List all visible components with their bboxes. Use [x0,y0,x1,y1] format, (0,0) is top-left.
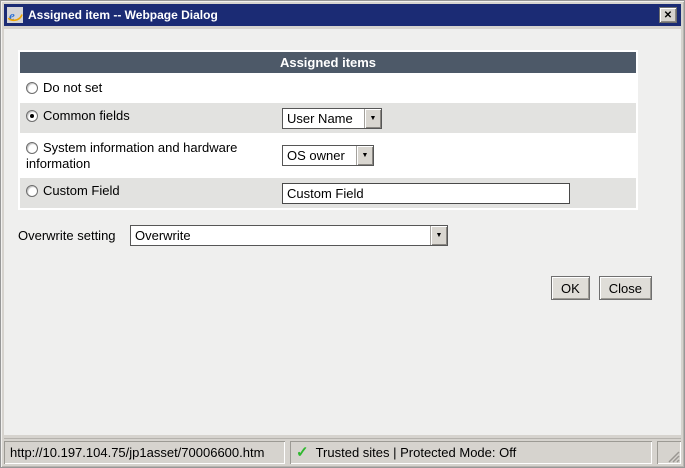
resize-grip-icon [666,449,680,463]
radio-system-information[interactable] [26,142,38,154]
dialog-body: Assigned items Do not set Common fields … [4,29,681,435]
overwrite-setting-label: Overwrite setting [18,228,130,243]
webpage-dialog: e Assigned item -- Webpage Dialog ✕ Assi… [0,0,685,468]
custom-field-input[interactable] [282,183,570,204]
action-buttons: OK Close [18,276,681,300]
row-common-fields: Common fields User Name ▼ [20,103,636,133]
row-label-cell: Common fields [20,103,282,133]
row-control-cell [282,178,636,208]
ok-button[interactable]: OK [551,276,590,300]
trusted-check-icon: ✓ [296,445,309,460]
dropdown-arrow-icon[interactable]: ▼ [364,109,381,128]
row-label: Common fields [43,108,130,123]
select-value: User Name [283,109,364,128]
status-zone-text: Trusted sites | Protected Mode: Off [316,445,517,460]
select-value: Overwrite [131,226,430,245]
table-header: Assigned items [20,52,636,73]
dialog-title: Assigned item -- Webpage Dialog [28,8,654,22]
select-value: OS owner [283,146,356,165]
row-control-cell: User Name ▼ [282,103,636,133]
dropdown-arrow-icon[interactable]: ▼ [356,146,373,165]
overwrite-setting-select[interactable]: Overwrite ▼ [130,225,448,246]
row-label-cell: Do not set [20,75,282,101]
row-custom-field: Custom Field [20,178,636,208]
radio-common-fields[interactable] [26,110,38,122]
dropdown-arrow-icon[interactable]: ▼ [430,226,447,245]
common-fields-select[interactable]: User Name ▼ [282,108,382,129]
system-information-select[interactable]: OS owner ▼ [282,145,374,166]
ie-icon: e [7,7,23,23]
radio-do-not-set[interactable] [26,82,38,94]
row-label-cell: Custom Field [20,178,282,208]
row-control-cell [282,75,636,101]
close-icon[interactable]: ✕ [659,7,677,23]
resize-grip[interactable] [657,441,681,464]
row-label: System information and hardware informat… [26,140,237,171]
row-control-cell: OS owner ▼ [282,135,636,176]
assigned-items-table: Assigned items Do not set Common fields … [18,50,638,210]
status-bar: http://10.197.104.75/jp1asset/70006600.h… [4,438,681,464]
row-label: Custom Field [43,183,120,198]
status-url: http://10.197.104.75/jp1asset/70006600.h… [10,445,264,460]
row-label: Do not set [43,80,102,95]
row-system-information: System information and hardware informat… [20,135,636,176]
row-label-cell: System information and hardware informat… [20,135,282,176]
status-url-panel: http://10.197.104.75/jp1asset/70006600.h… [4,441,285,464]
row-do-not-set: Do not set [20,75,636,101]
titlebar: e Assigned item -- Webpage Dialog ✕ [4,4,681,26]
radio-custom-field[interactable] [26,185,38,197]
close-button[interactable]: Close [599,276,652,300]
overwrite-setting-row: Overwrite setting Overwrite ▼ [18,225,681,246]
status-zone-panel: ✓ Trusted sites | Protected Mode: Off [290,441,652,464]
